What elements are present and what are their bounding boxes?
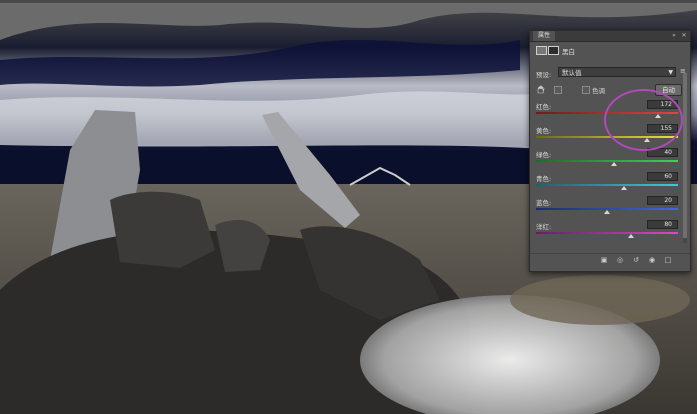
panel-titlebar[interactable]: 属性 » ✕ — [530, 31, 690, 42]
mask-icon[interactable] — [548, 46, 559, 55]
slider-track[interactable] — [536, 160, 678, 162]
slider-label: 洋红: — [536, 223, 552, 231]
preset-value: 默认值 — [562, 69, 582, 77]
collapse-icon[interactable]: » — [670, 32, 678, 39]
slider-label: 红色: — [536, 103, 552, 111]
view-previous-icon[interactable]: ◎ — [616, 257, 624, 264]
slider-label: 蓝色: — [536, 199, 552, 207]
slider-label: 青色: — [536, 175, 552, 183]
hand-tool-icon[interactable] — [536, 84, 546, 94]
clip-to-layer-icon[interactable]: ▣ — [600, 257, 608, 264]
panel-tab-properties[interactable]: 属性 — [533, 31, 556, 41]
slider-thumb[interactable] — [621, 186, 628, 190]
highlight-circle-annotation — [604, 89, 683, 151]
window-top-strip — [0, 0, 697, 3]
slider-value-field[interactable]: 20 — [647, 196, 678, 205]
scrollbar-thumb[interactable] — [683, 73, 687, 238]
tint-label: 色调 — [592, 87, 605, 95]
close-icon[interactable]: ✕ — [680, 32, 688, 39]
panel-footer: ▣ ◎ ↺ ◉ □ — [530, 253, 690, 268]
adjustment-layer-icon — [536, 46, 547, 55]
slider-thumb[interactable] — [604, 210, 610, 214]
slider-value-field[interactable]: 80 — [647, 220, 678, 229]
slider-label: 绿色: — [536, 151, 552, 159]
tint-checkbox[interactable] — [582, 86, 590, 94]
slider-track[interactable] — [536, 184, 678, 186]
chevron-down-icon: ▼ — [668, 69, 673, 76]
properties-panel: 属性 » ✕ 黑白 预设: 默认值 ▼ ≡ 色调 自动 红色: 172 黄色: 155… — [529, 30, 691, 272]
reset-icon[interactable]: ↺ — [632, 257, 640, 264]
slider-label: 黄色: — [536, 127, 552, 135]
trash-icon[interactable]: □ — [664, 257, 672, 264]
visibility-eye-icon[interactable]: ◉ — [648, 257, 656, 264]
slider-track[interactable] — [536, 232, 678, 234]
panel-scrollbar[interactable] — [683, 73, 687, 243]
slider-thumb[interactable] — [611, 162, 618, 166]
preset-dropdown[interactable]: 默认值 ▼ — [558, 67, 676, 77]
adjustment-title: 黑白 — [562, 48, 575, 56]
slider-value-field[interactable]: 60 — [647, 172, 678, 181]
preset-label: 预设: — [536, 71, 552, 79]
slider-thumb[interactable] — [628, 234, 635, 238]
checkbox-placeholder[interactable] — [554, 86, 562, 94]
